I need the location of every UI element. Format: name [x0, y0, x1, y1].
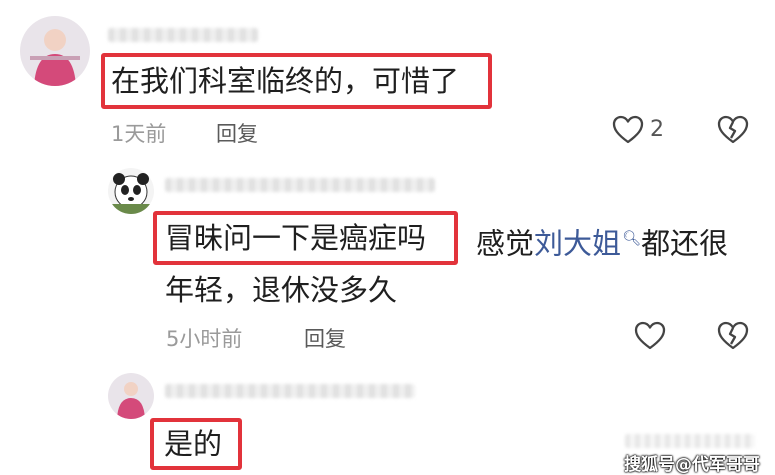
reply-text: 是的	[164, 427, 223, 461]
reply-button[interactable]: 回复	[304, 323, 346, 353]
avatar-image	[20, 16, 90, 86]
username-blurred	[165, 178, 435, 192]
dislike-broken-heart-icon[interactable]	[717, 321, 749, 351]
comment-time: 5小时前	[166, 327, 243, 351]
blurred-area	[625, 434, 755, 448]
avatar-image	[108, 373, 154, 419]
like-count: 2	[650, 117, 664, 142]
watermark: 搜狐号@代军哥哥	[624, 455, 760, 475]
like-heart-icon[interactable]	[634, 321, 666, 351]
search-icon[interactable]: 🔍︎	[622, 229, 641, 247]
dislike-broken-heart-icon[interactable]	[717, 115, 749, 145]
avatar-user-1[interactable]	[20, 16, 90, 86]
comment-time: 1天前	[111, 122, 167, 146]
avatar-user-2[interactable]	[108, 168, 154, 214]
username-blurred	[108, 28, 258, 42]
reply-text-after-mention: 都还很	[641, 226, 729, 261]
reply-text-highlighted: 冒昧问一下是癌症吗	[165, 221, 427, 255]
username-blurred	[165, 384, 415, 398]
avatar-user-1[interactable]	[108, 373, 154, 419]
reply-button[interactable]: 回复	[216, 118, 258, 148]
reply-text-continued: 感觉刘大姐🔍︎都还很	[476, 218, 728, 264]
panda-avatar-image	[108, 168, 154, 214]
like-heart-icon[interactable]	[612, 115, 644, 145]
comment-text: 在我们科室临终的，可惜了	[111, 64, 460, 98]
reply-text-line2: 年轻，退休没多久	[165, 273, 398, 307]
mention-link[interactable]: 刘大姐	[534, 227, 621, 261]
reply-text-before-mention: 感觉	[476, 226, 535, 261]
